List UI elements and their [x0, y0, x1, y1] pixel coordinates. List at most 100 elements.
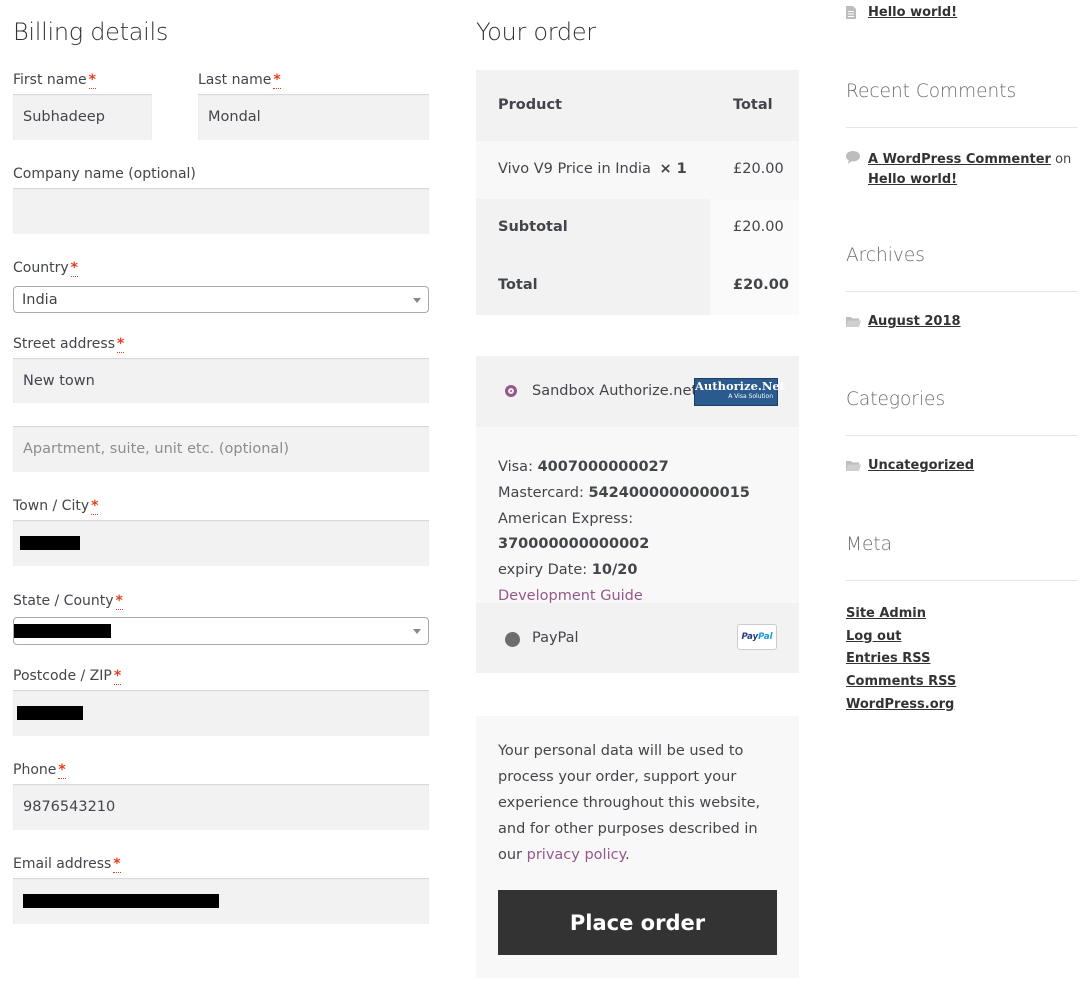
paypal-label: PayPal: [532, 630, 579, 646]
recent-comment-item: A WordPress Commenter on Hello world!: [868, 150, 1078, 190]
authorize-net-logo: Authorize.Net A Visa Solution: [694, 378, 785, 406]
total-value: £20.00: [733, 277, 789, 293]
email-field[interactable]: [13, 878, 429, 924]
postcode-field[interactable]: [13, 690, 429, 736]
archives-title: Archives: [846, 245, 925, 266]
place-order-section: Your personal data will be used to proce…: [476, 716, 799, 978]
payment-methods: Sandbox Authorize.net Authorize.Net A Vi…: [476, 356, 799, 673]
divider: [846, 127, 1078, 128]
subtotal-value: £20.00: [733, 219, 784, 235]
category-link[interactable]: Uncategorized: [868, 458, 974, 473]
privacy-policy-link[interactable]: privacy policy: [527, 847, 625, 863]
street-address-value: New town: [23, 372, 95, 389]
paypal-logo-pal: Pal: [758, 632, 773, 642]
divider: [846, 291, 1078, 292]
order-title: Your order: [476, 18, 596, 46]
city-field[interactable]: [13, 520, 429, 566]
first-name-label: First name *: [13, 72, 96, 89]
phone-value: 9876543210: [23, 799, 116, 815]
divider: [846, 580, 1078, 581]
billing-title: Billing details: [13, 18, 169, 46]
redacted-city: [20, 536, 80, 550]
order-table-totals-column: [710, 199, 799, 315]
last-name-field[interactable]: Mondal: [198, 94, 429, 140]
phone-label: Phone *: [13, 762, 66, 779]
privacy-policy-text: Your personal data will be used to proce…: [498, 743, 761, 863]
country-select[interactable]: India: [13, 286, 429, 313]
company-label: Company name (optional): [13, 166, 196, 182]
folder-icon: [846, 317, 861, 327]
document-icon: [846, 6, 856, 19]
last-name-value: Mondal: [208, 109, 261, 125]
order-review-table: Product Total Vivo V9 Price in India × 1…: [476, 70, 799, 315]
speech-bubble-icon: [846, 151, 860, 164]
comment-on-text: on: [1055, 152, 1072, 167]
test-card-visa: Visa: 4007000000027: [498, 459, 669, 475]
meta-title: Meta: [846, 534, 892, 555]
postcode-label: Postcode / ZIP *: [13, 668, 122, 685]
comment-post-link[interactable]: Hello world!: [868, 172, 957, 187]
categories-title: Categories: [846, 389, 946, 410]
archive-link[interactable]: August 2018: [868, 314, 961, 329]
apartment-field[interactable]: Apartment, suite, unit etc. (optional): [13, 426, 429, 472]
subtotal-label: Subtotal: [498, 219, 568, 235]
order-item-qty: × 1: [659, 161, 687, 177]
order-item-total: £20.00: [733, 161, 784, 177]
required-mark: *: [88, 72, 96, 89]
place-order-button[interactable]: Place order: [498, 890, 777, 955]
redacted-state: [14, 624, 111, 638]
first-name-field[interactable]: Subhadeep: [13, 94, 152, 140]
state-select[interactable]: [13, 617, 429, 645]
paypal-logo: PayPal: [737, 624, 777, 650]
phone-field[interactable]: 9876543210: [13, 784, 429, 830]
meta-links: Site Admin Log out Entries RSS Comments …: [846, 603, 956, 717]
paypal-radio[interactable]: [505, 632, 520, 647]
meta-link-comments-rss[interactable]: Comments RSS: [846, 671, 956, 694]
required-mark: *: [70, 260, 78, 277]
company-field[interactable]: [13, 188, 429, 234]
required-mark: *: [91, 498, 99, 515]
required-mark: *: [273, 72, 281, 89]
email-label: Email address *: [13, 856, 121, 873]
order-item-row: Vivo V9 Price in India × 1: [498, 161, 687, 177]
required-mark: *: [113, 668, 122, 685]
street-label: Street address *: [13, 336, 125, 353]
country-label: Country *: [13, 260, 78, 277]
divider: [846, 435, 1078, 436]
col-product-header: Product: [498, 97, 562, 113]
authorize-radio[interactable]: [505, 385, 517, 397]
redacted-email: [23, 894, 219, 908]
paypal-logo-pay: Pay: [741, 632, 759, 642]
sidebar-post-link[interactable]: Hello world!: [868, 5, 957, 20]
authorize-label: Sandbox Authorize.net: [532, 383, 698, 399]
required-mark: *: [117, 336, 125, 353]
test-card-expiry: expiry Date: 10/20: [498, 562, 638, 579]
chevron-down-icon: [413, 297, 421, 303]
redacted-postcode: [17, 706, 83, 720]
payment-option-authorize[interactable]: Sandbox Authorize.net Authorize.Net A Vi…: [476, 356, 799, 427]
required-mark: *: [113, 856, 121, 873]
order-item-name: Vivo V9 Price in India: [498, 161, 651, 177]
meta-link-log-out[interactable]: Log out: [846, 626, 956, 649]
recent-comments-title: Recent Comments: [846, 81, 1017, 102]
col-total-header: Total: [733, 97, 773, 113]
order-table-totals-labels: [476, 199, 710, 315]
meta-link-entries-rss[interactable]: Entries RSS: [846, 648, 956, 671]
comment-author-link[interactable]: A WordPress Commenter: [868, 152, 1051, 167]
required-mark: *: [58, 762, 66, 779]
authorize-logo-sub: A Visa Solution: [728, 393, 773, 400]
test-card-amex: American Express: 370000000000002: [498, 510, 650, 553]
folder-icon: [846, 461, 861, 471]
street-address-field[interactable]: New town: [13, 358, 429, 403]
meta-link-wordpress-org[interactable]: WordPress.org: [846, 694, 956, 717]
test-card-mastercard: Mastercard: 5424000000000015: [498, 484, 750, 501]
authorize-test-cards: Visa: 4007000000027 Mastercard: 54240000…: [498, 455, 788, 610]
last-name-label: Last name *: [198, 72, 281, 89]
payment-option-paypal[interactable]: PayPal PayPal: [476, 603, 799, 673]
chevron-down-icon: [413, 629, 421, 634]
state-label: State / County *: [13, 593, 123, 610]
country-value: India: [22, 291, 58, 308]
first-name-value: Subhadeep: [23, 109, 105, 125]
meta-link-site-admin[interactable]: Site Admin: [846, 603, 956, 626]
required-mark: *: [115, 593, 123, 610]
